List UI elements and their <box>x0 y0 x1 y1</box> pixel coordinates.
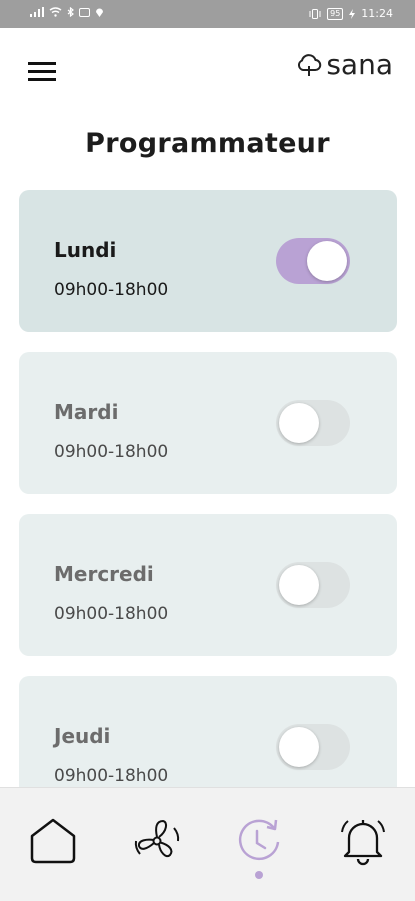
cloud-tree-icon <box>298 53 322 76</box>
wifi-icon <box>49 7 62 17</box>
nav-notifications[interactable] <box>336 814 390 868</box>
bottom-navigation <box>0 787 415 901</box>
toggle-switch-mercredi[interactable] <box>276 562 350 608</box>
message-icon <box>79 7 90 17</box>
status-icons-left <box>30 7 104 17</box>
time-range: 09h00-18h00 <box>54 604 169 624</box>
logo-text: sana <box>326 48 393 81</box>
toggle-switch-jeudi[interactable] <box>276 724 350 770</box>
status-bar: 95 11:24 <box>0 0 415 28</box>
location-icon <box>96 8 103 17</box>
time-range: 09h00-18h00 <box>54 442 169 462</box>
schedule-clock-icon <box>238 819 280 861</box>
fan-icon <box>134 819 180 858</box>
toggle-knob <box>279 727 319 767</box>
status-time: 11:24 <box>361 7 393 20</box>
nav-ventilation[interactable] <box>130 814 184 868</box>
vibrate-icon <box>309 8 321 19</box>
home-icon <box>30 818 76 864</box>
app-header: sana <box>0 28 415 114</box>
day-label: Jeudi <box>54 724 111 748</box>
hamburger-menu-icon[interactable] <box>28 62 56 82</box>
status-icons-right: 95 11:24 <box>309 7 393 20</box>
bluetooth-icon <box>67 7 74 17</box>
schedule-list[interactable]: Lundi 09h00-18h00 Mardi 09h00-18h00 Merc… <box>0 190 415 787</box>
toggle-knob <box>279 403 319 443</box>
page-title: Programmateur <box>85 128 330 159</box>
nav-home[interactable] <box>26 814 80 868</box>
toggle-knob <box>279 565 319 605</box>
active-indicator-dot <box>255 871 263 879</box>
schedule-card-lundi[interactable]: Lundi 09h00-18h00 <box>19 190 397 332</box>
day-label: Lundi <box>54 238 117 262</box>
brand-logo: sana <box>296 48 393 81</box>
schedule-card-mardi[interactable]: Mardi 09h00-18h00 <box>19 352 397 494</box>
bell-icon <box>341 820 385 866</box>
schedule-card-mercredi[interactable]: Mercredi 09h00-18h00 <box>19 514 397 656</box>
day-label: Mardi <box>54 400 119 424</box>
battery-level: 95 <box>327 7 344 20</box>
charging-icon <box>349 8 356 19</box>
time-range: 09h00-18h00 <box>54 280 169 300</box>
toggle-switch-lundi[interactable] <box>276 238 350 284</box>
day-label: Mercredi <box>54 562 154 586</box>
nav-schedule[interactable] <box>232 814 286 868</box>
toggle-knob <box>307 241 347 281</box>
toggle-switch-mardi[interactable] <box>276 400 350 446</box>
schedule-card-jeudi[interactable]: Jeudi 09h00-18h00 <box>19 676 397 787</box>
time-range: 09h00-18h00 <box>54 766 169 786</box>
signal-icon <box>30 7 44 17</box>
